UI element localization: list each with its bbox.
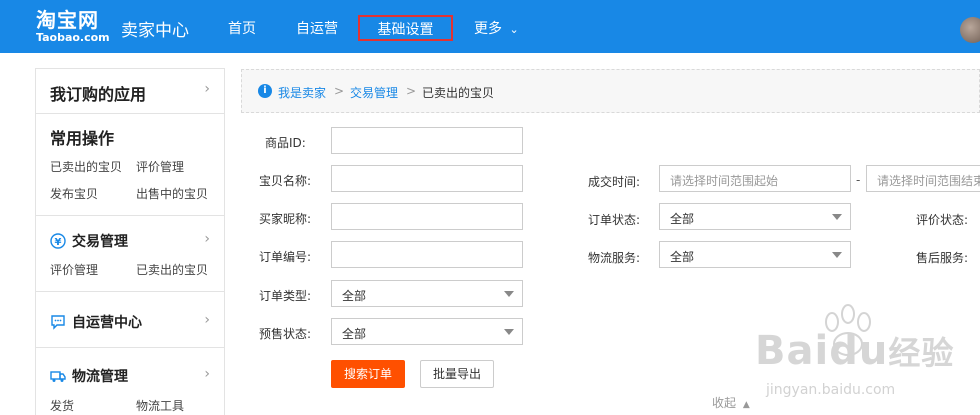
baidu-jingyan-watermark: Baidu经验 jingyan.baidu.com (755, 300, 960, 410)
sidebar-link-logistics-tools[interactable]: 物流工具 (136, 397, 184, 414)
nav-more-label: 更多 (474, 21, 502, 37)
time-range-dash: - (856, 173, 861, 187)
watermark-brand-text: Baidu (755, 328, 889, 374)
order-status-value: 全部 (670, 212, 695, 226)
presale-select[interactable]: 全部 (331, 318, 523, 345)
sidebar: 我订购的应用 › 常用操作 已卖出的宝贝 评价管理 发布宝贝 出售中的宝贝 ¥ … (35, 68, 225, 415)
chevron-right-icon[interactable]: › (204, 231, 210, 247)
label-order-status: 订单状态: (588, 213, 641, 227)
sidebar-divider (36, 291, 224, 292)
sidebar-link-reviews[interactable]: 评价管理 (50, 261, 98, 278)
chevron-down-icon: ⌄ (509, 23, 519, 36)
presale-value: 全部 (342, 327, 367, 341)
dropdown-caret-icon (832, 252, 842, 258)
sidebar-link-sold-items[interactable]: 已卖出的宝贝 (50, 158, 122, 175)
label-product-id: 商品ID: (265, 136, 306, 150)
collapse-toggle[interactable]: 收起 ▲ (712, 394, 750, 411)
sidebar-link-items-on-sale[interactable]: 出售中的宝贝 (136, 185, 208, 202)
buyer-nick-input[interactable] (331, 203, 523, 230)
breadcrumb-separator: > (334, 84, 345, 98)
sidebar-link-reviews[interactable]: 评价管理 (136, 158, 184, 175)
sidebar-link-publish-item[interactable]: 发布宝贝 (50, 185, 98, 202)
sidebar-trade-label: 交易管理 (72, 234, 128, 250)
order-type-value: 全部 (342, 289, 367, 303)
watermark-brand: Baidu经验 (755, 328, 954, 374)
label-logistics: 物流服务: (588, 251, 641, 265)
breadcrumb: i 我是卖家 > 交易管理 > 已卖出的宝贝 (241, 69, 980, 113)
sidebar-link-sold-items[interactable]: 已卖出的宝贝 (136, 261, 208, 278)
chevron-right-icon[interactable]: › (204, 81, 210, 97)
breadcrumb-seller[interactable]: 我是卖家 (278, 84, 326, 101)
watermark-url: jingyan.baidu.com (766, 382, 896, 398)
nav-more[interactable]: 更多 ⌄ (474, 18, 519, 38)
sidebar-link-ship[interactable]: 发货 (50, 397, 74, 414)
sidebar-trade-title[interactable]: ¥ 交易管理 (50, 231, 128, 251)
chat-bubble-icon (50, 314, 66, 330)
sidebar-logistics-title[interactable]: 物流管理 (50, 366, 128, 386)
logo-text-en: Taobao.com (36, 31, 110, 44)
yuan-icon: ¥ (50, 233, 66, 249)
dropdown-caret-icon (504, 291, 514, 297)
label-presale: 预售状态: (259, 327, 312, 341)
truck-icon (50, 368, 66, 384)
product-id-input[interactable] (331, 127, 523, 154)
order-type-select[interactable]: 全部 (331, 280, 523, 307)
collapse-label: 收起 (712, 396, 737, 410)
time-start-input[interactable]: 请选择时间范围起始 (659, 165, 851, 192)
label-deal-time: 成交时间: (588, 175, 641, 189)
label-buyer-nick: 买家昵称: (259, 212, 312, 226)
label-review-status: 评价状态: (916, 213, 969, 227)
logistics-value: 全部 (670, 250, 695, 264)
label-item-name: 宝贝名称: (259, 174, 312, 188)
nav-self-operation[interactable]: 自运营 (296, 18, 338, 38)
nav-basic-settings[interactable]: 基础设置 (358, 15, 453, 41)
svg-text:¥: ¥ (55, 237, 62, 248)
label-aftersale: 售后服务: (916, 251, 969, 265)
label-order-type: 订单类型: (259, 289, 312, 303)
batch-export-button[interactable]: 批量导出 (420, 360, 494, 388)
order-no-input[interactable] (331, 241, 523, 268)
logo-text-cn: 淘宝网 (36, 8, 99, 32)
search-orders-button[interactable]: 搜索订单 (331, 360, 405, 388)
nav-home[interactable]: 首页 (228, 18, 256, 38)
logistics-select[interactable]: 全部 (659, 241, 851, 268)
item-name-input[interactable] (331, 165, 523, 192)
dropdown-caret-icon (504, 329, 514, 335)
user-avatar[interactable] (960, 17, 980, 43)
sidebar-self-label: 自运营中心 (72, 315, 142, 331)
sidebar-apps-title[interactable]: 我订购的应用 (50, 81, 146, 105)
breadcrumb-trade-management[interactable]: 交易管理 (350, 84, 398, 101)
sidebar-divider (36, 113, 224, 114)
sidebar-common-title: 常用操作 (50, 129, 115, 148)
triangle-up-icon: ▲ (742, 400, 750, 410)
time-end-input[interactable]: 请选择时间范围结束 (866, 165, 980, 192)
sidebar-divider (36, 347, 224, 348)
sidebar-logistics-label: 物流管理 (72, 369, 128, 385)
watermark-cn-text: 经验 (888, 334, 955, 372)
breadcrumb-current: 已卖出的宝贝 (422, 86, 495, 100)
paw-print-icon (825, 304, 871, 356)
chevron-right-icon[interactable]: › (204, 312, 210, 328)
order-status-select[interactable]: 全部 (659, 203, 851, 230)
breadcrumb-separator: > (406, 84, 417, 98)
chevron-right-icon[interactable]: › (204, 366, 210, 382)
taobao-logo[interactable]: 淘宝网 Taobao.com (36, 9, 110, 44)
sidebar-divider (36, 215, 224, 216)
top-navigation-bar: 淘宝网 Taobao.com 卖家中心 首页 自运营 基础设置 更多 ⌄ (0, 0, 980, 53)
info-icon: i (258, 84, 272, 98)
seller-center-title[interactable]: 卖家中心 (121, 16, 189, 41)
sidebar-self-title[interactable]: 自运营中心 (50, 312, 142, 332)
label-order-no: 订单编号: (259, 250, 312, 264)
dropdown-caret-icon (832, 214, 842, 220)
